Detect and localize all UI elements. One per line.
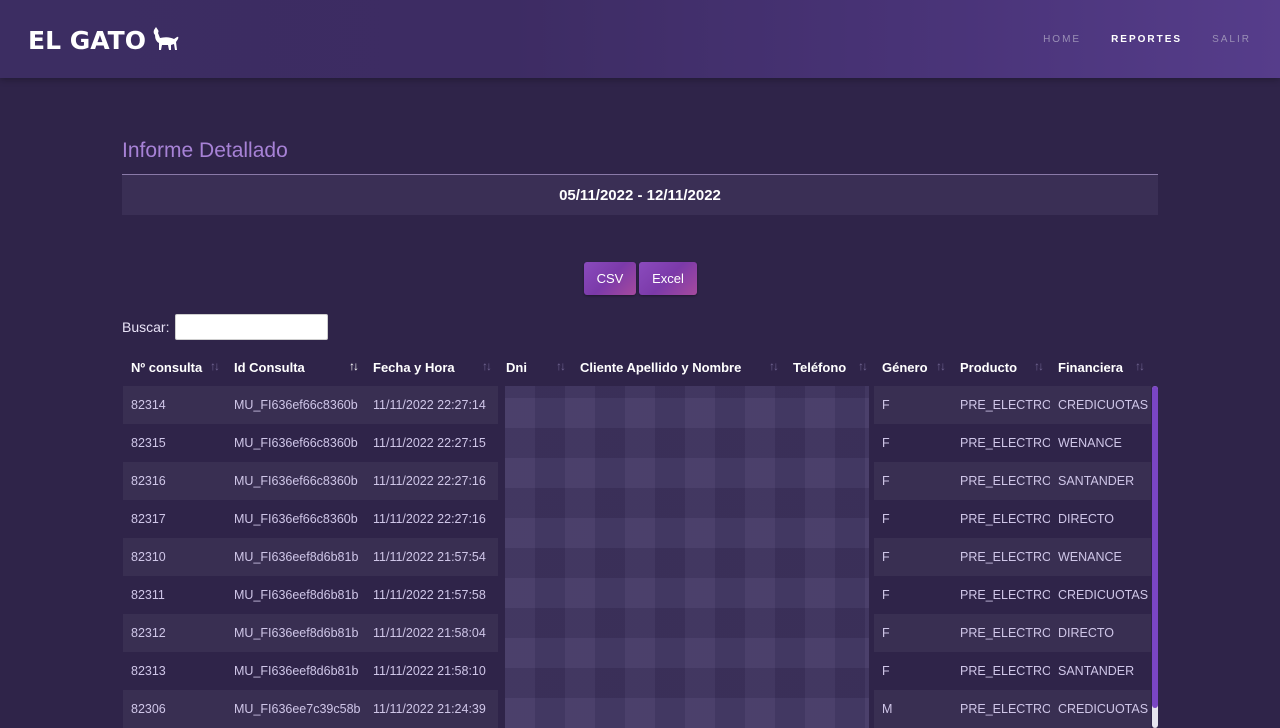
redacted-personal-data [505, 386, 869, 728]
nav-salir[interactable]: SALIR [1212, 34, 1251, 45]
date-range-bar: 05/11/2022 - 12/11/2022 [122, 174, 1158, 215]
cell-n-consulta: 82314 [123, 386, 226, 424]
col-header-n-consulta[interactable]: Nº consulta ↑↓ [123, 348, 226, 386]
report-table-wrapper: Nº consulta ↑↓ Id Consulta ↑↓ Fecha y Hora… [123, 348, 1159, 728]
cell-producto: PRE_ELECTRO [952, 386, 1050, 424]
cell-genero: F [874, 500, 952, 538]
cell-financiera: CREDICUOTAS [1050, 576, 1151, 614]
col-header-genero[interactable]: Género ↑↓ [874, 348, 952, 386]
table-header-row: Nº consulta ↑↓ Id Consulta ↑↓ Fecha y Hora… [123, 348, 1151, 386]
page-title: Informe Detallado [122, 139, 288, 162]
sort-desc-icon[interactable]: ↑↓ [349, 359, 359, 373]
excel-export-button[interactable]: Excel [639, 262, 697, 295]
cell-id-consulta: MU_FI636ee7c39c58b [226, 690, 365, 728]
cell-financiera: DIRECTO [1050, 500, 1151, 538]
cell-producto: PRE_ELECTRO [952, 576, 1050, 614]
cell-genero: F [874, 614, 952, 652]
cell-id-consulta: MU_FI636eef8d6b81b [226, 576, 365, 614]
cell-n-consulta: 82312 [123, 614, 226, 652]
col-header-producto[interactable]: Producto ↑↓ [952, 348, 1050, 386]
cell-fecha-hora: 11/11/2022 22:27:16 [365, 462, 498, 500]
cell-genero: F [874, 462, 952, 500]
top-navbar: EL GATO HOME REPORTES SALIR [0, 0, 1280, 78]
col-header-id-consulta[interactable]: Id Consulta ↑↓ [226, 348, 365, 386]
cell-producto: PRE_ELECTRO [952, 424, 1050, 462]
cell-fecha-hora: 11/11/2022 21:58:10 [365, 652, 498, 690]
cell-producto: PRE_ELECTRO [952, 462, 1050, 500]
cell-n-consulta: 82306 [123, 690, 226, 728]
cell-genero: F [874, 538, 952, 576]
cell-fecha-hora: 11/11/2022 22:27:14 [365, 386, 498, 424]
cell-id-consulta: MU_FI636eef8d6b81b [226, 538, 365, 576]
cell-producto: PRE_ELECTRO [952, 652, 1050, 690]
cell-financiera: WENANCE [1050, 424, 1151, 462]
export-buttons: CSV Excel [584, 262, 697, 295]
col-header-fecha-hora[interactable]: Fecha y Hora ↑↓ [365, 348, 498, 386]
cell-producto: PRE_ELECTRO [952, 500, 1050, 538]
cell-n-consulta: 82313 [123, 652, 226, 690]
csv-export-button[interactable]: CSV [584, 262, 636, 295]
search-label: Buscar: [122, 319, 170, 335]
cell-id-consulta: MU_FI636eef8d6b81b [226, 652, 365, 690]
cell-n-consulta: 82316 [123, 462, 226, 500]
cat-icon [153, 27, 179, 50]
cell-fecha-hora: 11/11/2022 21:24:39 [365, 690, 498, 728]
cell-producto: PRE_ELECTRO [952, 614, 1050, 652]
cell-producto: PRE_ELECTRO [952, 538, 1050, 576]
col-header-telefono[interactable]: Teléfono ↑↓ [785, 348, 874, 386]
sort-icon[interactable]: ↑↓ [1034, 359, 1044, 373]
cell-financiera: CREDICUOTAS [1050, 386, 1151, 424]
cell-n-consulta: 82317 [123, 500, 226, 538]
col-header-cliente[interactable]: Cliente Apellido y Nombre ↑↓ [572, 348, 785, 386]
nav-home[interactable]: HOME [1043, 34, 1081, 45]
col-header-dni[interactable]: Dni ↑↓ [498, 348, 572, 386]
search-input[interactable] [175, 314, 329, 340]
cell-id-consulta: MU_FI636ef66c8360b [226, 424, 365, 462]
date-range-text: 05/11/2022 - 12/11/2022 [559, 186, 721, 204]
logo-text: EL GATO [28, 25, 146, 55]
col-header-financiera[interactable]: Financiera ↑↓ [1050, 348, 1151, 386]
table-scrollbar[interactable] [1152, 386, 1158, 728]
cell-id-consulta: MU_FI636ef66c8360b [226, 386, 365, 424]
cell-genero: M [874, 690, 952, 728]
cell-id-consulta: MU_FI636ef66c8360b [226, 462, 365, 500]
cell-fecha-hora: 11/11/2022 21:57:58 [365, 576, 498, 614]
nav-reportes[interactable]: REPORTES [1111, 34, 1182, 45]
cell-financiera: SANTANDER [1050, 462, 1151, 500]
cell-n-consulta: 82315 [123, 424, 226, 462]
sort-icon[interactable]: ↑↓ [769, 359, 779, 373]
sort-icon[interactable]: ↑↓ [556, 359, 566, 373]
cell-fecha-hora: 11/11/2022 21:58:04 [365, 614, 498, 652]
cell-genero: F [874, 386, 952, 424]
cell-fecha-hora: 11/11/2022 22:27:15 [365, 424, 498, 462]
main-nav: HOME REPORTES SALIR [1043, 34, 1251, 45]
cell-fecha-hora: 11/11/2022 21:57:54 [365, 538, 498, 576]
cell-producto: PRE_ELECTRO [952, 690, 1050, 728]
search-box: Buscar: [122, 314, 329, 340]
brand-logo[interactable]: EL GATO [28, 24, 180, 56]
cell-financiera: SANTANDER [1050, 652, 1151, 690]
sort-icon[interactable]: ↑↓ [858, 359, 868, 373]
cell-id-consulta: MU_FI636ef66c8360b [226, 500, 365, 538]
cell-financiera: CREDICUOTAS [1050, 690, 1151, 728]
cell-genero: F [874, 652, 952, 690]
cell-financiera: WENANCE [1050, 538, 1151, 576]
cell-genero: F [874, 424, 952, 462]
cell-id-consulta: MU_FI636eef8d6b81b [226, 614, 365, 652]
sort-icon[interactable]: ↑↓ [936, 359, 946, 373]
cell-n-consulta: 82311 [123, 576, 226, 614]
sort-icon[interactable]: ↑↓ [210, 359, 220, 373]
cell-n-consulta: 82310 [123, 538, 226, 576]
scrollbar-thumb[interactable] [1152, 386, 1158, 708]
sort-icon[interactable]: ↑↓ [482, 359, 492, 373]
cell-genero: F [874, 576, 952, 614]
sort-icon[interactable]: ↑↓ [1135, 359, 1145, 373]
cell-financiera: DIRECTO [1050, 614, 1151, 652]
cell-fecha-hora: 11/11/2022 22:27:16 [365, 500, 498, 538]
